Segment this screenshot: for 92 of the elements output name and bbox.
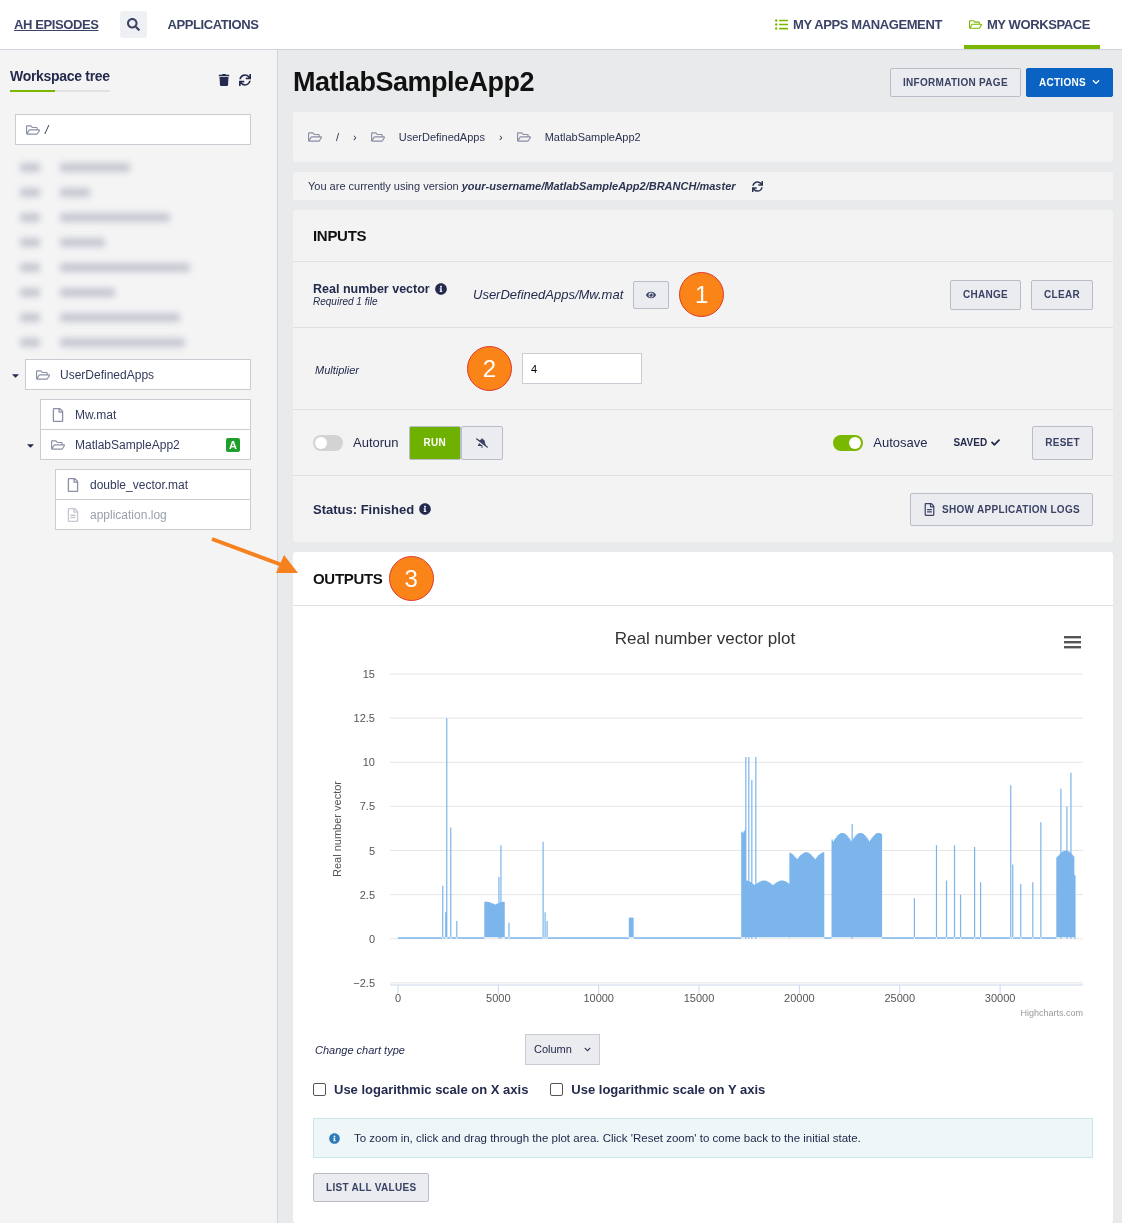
tick-label: 0	[368, 932, 375, 945]
chevron-icon	[583, 1045, 591, 1053]
toggle-label: Autosave	[873, 435, 928, 450]
chart-title: Real number vector plot	[614, 629, 796, 648]
list-icon	[775, 18, 789, 31]
checkbox-label: Use logarithmic scale on Y axis	[571, 1081, 766, 1097]
number-field[interactable]: 4	[522, 353, 642, 384]
tick-label: 15000	[683, 992, 715, 1004]
sidebar-title: Workspace tree	[10, 68, 110, 92]
chevron-icon	[1092, 78, 1100, 86]
tick-label: 5000	[486, 992, 511, 1004]
info-text: To zoom in, click and drag through the plot area. Click 'Reset zoom' to come back to the initial state.	[354, 1132, 861, 1144]
breadcrumb-separator: ›	[353, 131, 357, 143]
tree-item[interactable]: UserDefinedApps	[25, 359, 251, 390]
page-title: MatlabSampleApp2	[293, 66, 535, 98]
tick-label: 10000	[583, 992, 614, 1004]
annotation-marker: 1	[679, 272, 725, 317]
search-icon	[127, 18, 141, 31]
document-icon	[923, 502, 937, 516]
autorun-toggle[interactable]	[313, 434, 343, 451]
status-text: Status: Finished	[313, 501, 415, 517]
tick-label: 12.5	[353, 712, 375, 725]
tick-label: 20000	[784, 992, 815, 1004]
refresh-icon[interactable]	[751, 180, 763, 192]
file-path: UserDefinedApps/Mw.mat	[473, 287, 624, 302]
info-icon	[419, 503, 432, 515]
section-heading: INPUTS	[313, 227, 367, 244]
nav-tab[interactable]: MY APPS MANAGEMENT	[775, 0, 952, 49]
input-hint: Required 1 file	[313, 296, 379, 307]
file-icon	[66, 477, 80, 492]
folder-icon	[308, 130, 322, 144]
folder-icon	[51, 437, 65, 452]
annotation-marker: 2	[467, 346, 512, 391]
tick-label: 2.5	[359, 888, 375, 901]
breadcrumb-link[interactable]: MatlabSampleApp2	[544, 131, 641, 143]
information-button[interactable]: INFORMATION PAGE	[889, 67, 1021, 97]
change-button[interactable]: CHANGE	[949, 279, 1022, 310]
tick-label: 7.5	[359, 800, 375, 813]
bell-off-icon	[476, 436, 489, 449]
tree-item[interactable]: MatlabSampleApp2 A	[40, 429, 251, 460]
tick-label: 0	[394, 992, 402, 1004]
search-button[interactable]	[120, 11, 148, 38]
refresh-icon[interactable]	[239, 74, 251, 86]
saved-status: SAVED	[953, 437, 1001, 448]
folder-icon	[968, 18, 982, 31]
clear-button[interactable]: CLEAR	[1031, 279, 1093, 310]
folder-icon	[370, 130, 385, 144]
actions-button[interactable]: ACTIONS	[1025, 67, 1113, 97]
reset-button[interactable]: RESET	[1032, 425, 1093, 460]
folder-icon	[36, 367, 50, 382]
chart-type-label: Change chart type	[315, 1044, 405, 1056]
checkbox[interactable]	[550, 1082, 564, 1096]
nav-link[interactable]: APPLICATIONS	[167, 0, 269, 49]
axis-label: Real number vector	[331, 781, 343, 877]
chart-type-select[interactable]: Column	[525, 1033, 600, 1065]
nav-link[interactable]: AH EPISODES	[14, 0, 109, 49]
mute-button[interactable]	[461, 425, 504, 460]
preview-button[interactable]	[633, 280, 670, 309]
tick-label: 25000	[884, 992, 916, 1004]
tick-label: 15	[362, 668, 375, 680]
file-icon	[51, 407, 65, 422]
check-icon	[991, 438, 1001, 447]
autosave-toggle[interactable]	[833, 434, 864, 451]
tick-label: −2.5	[353, 976, 375, 989]
tree-item[interactable]: double_vector.mat	[55, 469, 251, 500]
checkbox[interactable]	[313, 1082, 326, 1096]
breadcrumb-link[interactable]: UserDefinedApps	[398, 131, 485, 143]
section-heading: OUTPUTS	[313, 570, 383, 587]
eye-icon	[646, 289, 657, 300]
toggle-label: Autorun	[353, 435, 399, 450]
tick-label: 5	[368, 844, 375, 857]
logs-button[interactable]: SHOW APPLICATION LOGS	[910, 492, 1093, 526]
version-text: You are currently using version your-username/MatlabSampleApp2/BRANCH/master	[308, 180, 736, 192]
breadcrumb-link[interactable]: /	[336, 131, 340, 143]
annotation-marker: 3	[388, 556, 434, 601]
list-values-button[interactable]: LIST ALL VALUES	[313, 1173, 430, 1202]
chart-menu-icon[interactable]	[1064, 636, 1081, 649]
tick-label: 30000	[984, 992, 1016, 1004]
folder-icon	[516, 130, 531, 144]
tick-label: 10	[362, 756, 375, 769]
input-label: Real number vector	[313, 282, 430, 296]
info-icon	[329, 1132, 340, 1144]
checkbox-label: Use logarithmic scale on X axis	[334, 1081, 529, 1097]
breadcrumb-separator: ›	[498, 131, 503, 143]
info-icon	[434, 283, 447, 295]
tree-item[interactable]: Mw.mat	[40, 399, 251, 430]
status-badge: A	[226, 437, 240, 452]
delete-icon[interactable]	[218, 74, 230, 86]
input-label: Multiplier	[315, 363, 359, 376]
document-icon	[66, 507, 80, 522]
folder-icon	[26, 122, 40, 137]
path-field[interactable]: /	[15, 114, 251, 145]
